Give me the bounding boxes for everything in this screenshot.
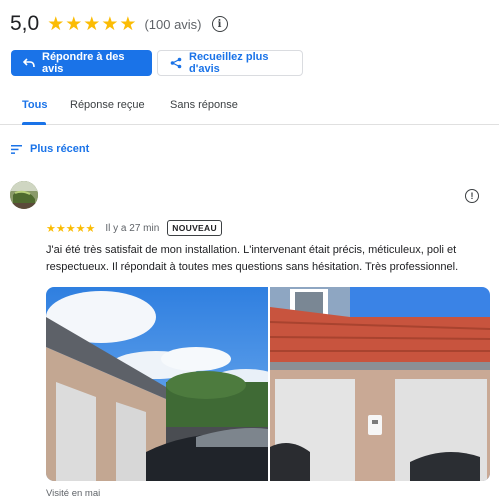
review-meta: ★★★★★ Il y a 27 min NOUVEAU (46, 219, 222, 237)
star-icon: ★ (119, 13, 137, 35)
rating-stars: ★ ★ ★ ★ ★ (47, 15, 136, 34)
review-time: Il y a 27 min (105, 222, 160, 234)
review-stars: ★★★★★ (46, 219, 95, 237)
review-options-icon[interactable]: ! (465, 189, 479, 203)
tab-all[interactable]: Tous (22, 99, 47, 111)
star-icon: ★ (65, 13, 83, 35)
collect-button-label: Recueillez plus d'avis (189, 51, 269, 75)
star-icon: ★ (75, 223, 86, 235)
tab-unreplied[interactable]: Sans réponse (170, 99, 238, 111)
sort-icon (11, 144, 22, 154)
reply-icon (23, 58, 35, 68)
reply-to-reviews-button[interactable]: Répondre à des avis (11, 50, 152, 76)
rating-score: 5,0 (10, 12, 40, 35)
review-photo[interactable] (270, 287, 490, 481)
collect-reviews-button[interactable]: Recueillez plus d'avis (157, 50, 303, 76)
review-count: (100 avis) (144, 16, 202, 32)
star-icon: ★ (65, 223, 76, 235)
sort-selector[interactable]: Plus récent (11, 143, 89, 155)
rating-summary: 5,0 ★ ★ ★ ★ ★ (100 avis) i (10, 10, 228, 38)
active-tab-indicator (22, 122, 46, 125)
star-icon: ★ (85, 223, 96, 235)
star-icon: ★ (55, 223, 66, 235)
reviewer-avatar[interactable] (10, 181, 38, 209)
reply-button-label: Répondre à des avis (42, 51, 125, 75)
star-icon: ★ (101, 13, 119, 35)
star-icon: ★ (46, 223, 56, 235)
share-icon (170, 57, 182, 69)
new-badge: NOUVEAU (167, 220, 222, 236)
review-tabs: Tous Réponse reçue Sans réponse (0, 92, 499, 125)
star-icon: ★ (47, 13, 65, 35)
review-photo[interactable] (46, 287, 268, 481)
visit-date: Visité en mai (46, 488, 101, 499)
sort-label: Plus récent (30, 143, 90, 155)
review-text: J'ai été très satisfait de mon installat… (46, 244, 459, 273)
info-icon[interactable]: i (211, 16, 228, 32)
star-icon: ★ (83, 13, 101, 35)
tab-replied[interactable]: Réponse reçue (70, 99, 145, 111)
